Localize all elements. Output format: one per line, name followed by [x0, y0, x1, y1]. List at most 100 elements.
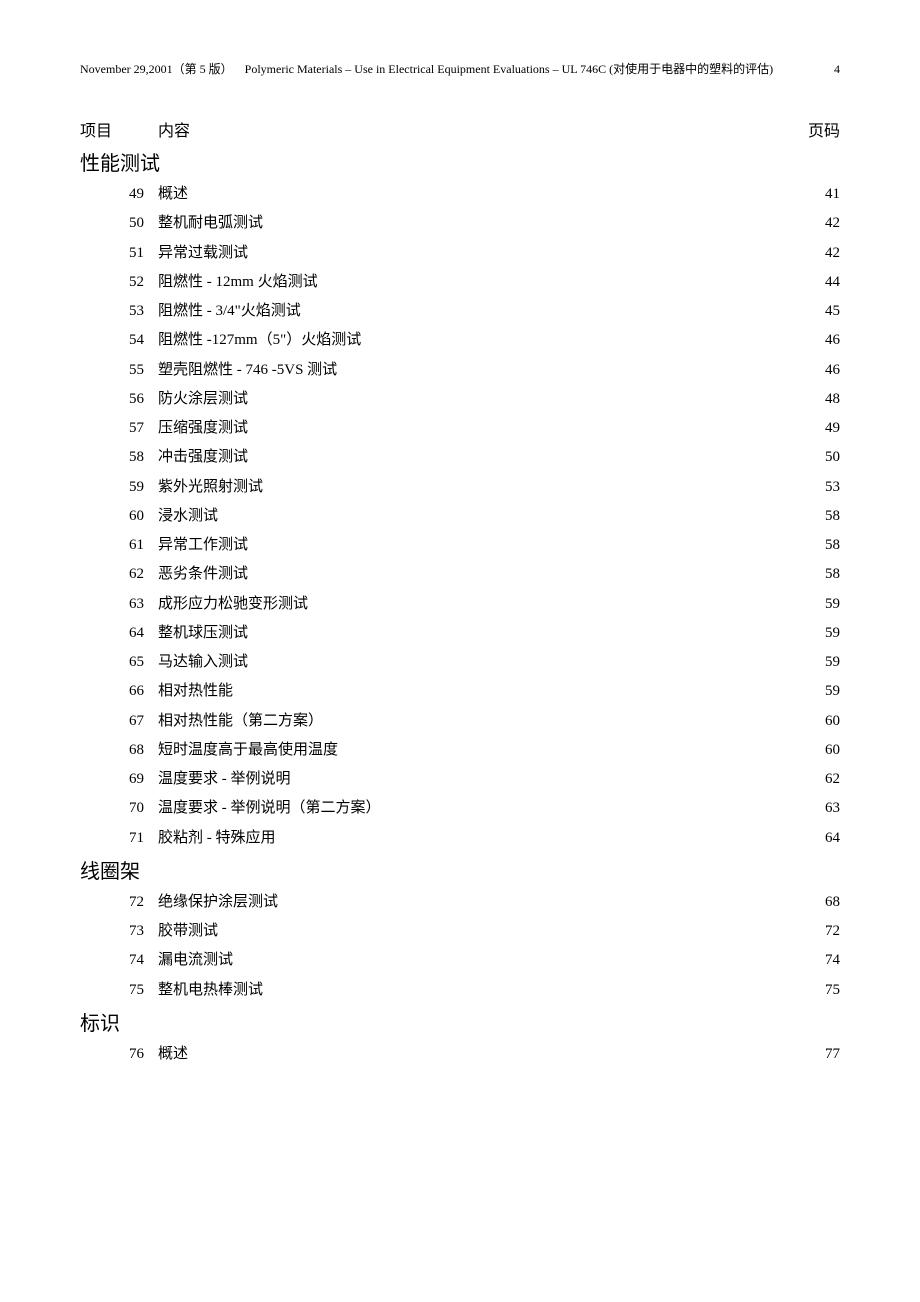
toc-item-page: 53 [780, 473, 840, 502]
toc-item-page: 50 [780, 443, 840, 472]
toc-item-content: 温度要求 - 举例说明（第二方案） [158, 794, 780, 823]
table-of-contents: 性能测试49概述4150整机耐电弧测试4251异常过载测试4252阻燃性 - 1… [80, 147, 840, 1069]
toc-item-page: 59 [780, 590, 840, 619]
toc-row: 75整机电热棒测试75 [80, 976, 840, 1005]
toc-item-content: 胶带测试 [158, 917, 780, 946]
toc-row: 54阻燃性 -127mm（5"）火焰测试46 [80, 326, 840, 355]
toc-item-content: 阻燃性 - 12mm 火焰测试 [158, 268, 780, 297]
toc-item-page: 58 [780, 560, 840, 589]
toc-row: 72绝缘保护涂层测试68 [80, 888, 840, 917]
toc-item-content: 胶粘剂 - 特殊应用 [158, 824, 780, 853]
toc-item-page: 72 [780, 917, 840, 946]
toc-item-page: 59 [780, 648, 840, 677]
toc-item-content: 概述 [158, 1040, 780, 1069]
toc-item-page: 49 [780, 414, 840, 443]
toc-item-page: 59 [780, 619, 840, 648]
page-header: November 29,2001（第 5 版） Polymeric Materi… [80, 60, 840, 77]
column-header-item: 项目 [80, 117, 158, 141]
toc-item-content: 压缩强度测试 [158, 414, 780, 443]
section-title: 线圈架 [80, 855, 840, 884]
toc-item-number: 68 [80, 736, 158, 765]
toc-item-number: 53 [80, 297, 158, 326]
toc-item-number: 67 [80, 707, 158, 736]
toc-item-number: 62 [80, 560, 158, 589]
toc-row: 60浸水测试58 [80, 502, 840, 531]
toc-item-number: 72 [80, 888, 158, 917]
toc-item-page: 68 [780, 888, 840, 917]
toc-item-content: 阻燃性 - 3/4"火焰测试 [158, 297, 780, 326]
toc-row: 58冲击强度测试50 [80, 443, 840, 472]
toc-item-number: 64 [80, 619, 158, 648]
toc-item-content: 防火涂层测试 [158, 385, 780, 414]
toc-row: 61异常工作测试58 [80, 531, 840, 560]
toc-row: 49概述41 [80, 180, 840, 209]
toc-item-number: 75 [80, 976, 158, 1005]
column-headers: 项目 内容 页码 [80, 117, 840, 141]
section-title: 性能测试 [80, 147, 840, 176]
toc-item-content: 成形应力松驰变形测试 [158, 590, 780, 619]
toc-item-number: 49 [80, 180, 158, 209]
toc-item-content: 马达输入测试 [158, 648, 780, 677]
toc-item-page: 75 [780, 976, 840, 1005]
toc-row: 53阻燃性 - 3/4"火焰测试45 [80, 297, 840, 326]
toc-row: 62恶劣条件测试58 [80, 560, 840, 589]
toc-row: 63成形应力松驰变形测试59 [80, 590, 840, 619]
toc-item-content: 冲击强度测试 [158, 443, 780, 472]
toc-item-number: 60 [80, 502, 158, 531]
toc-item-content: 相对热性能 [158, 677, 780, 706]
toc-row: 68短时温度高于最高使用温度60 [80, 736, 840, 765]
toc-item-content: 短时温度高于最高使用温度 [158, 736, 780, 765]
toc-item-number: 61 [80, 531, 158, 560]
toc-item-page: 42 [780, 239, 840, 268]
toc-item-page: 77 [780, 1040, 840, 1069]
toc-row: 57压缩强度测试49 [80, 414, 840, 443]
toc-item-page: 41 [780, 180, 840, 209]
header-page-number: 4 [814, 62, 840, 77]
toc-item-page: 58 [780, 531, 840, 560]
toc-item-page: 60 [780, 707, 840, 736]
toc-item-page: 45 [780, 297, 840, 326]
toc-row: 76概述77 [80, 1040, 840, 1069]
header-title: Polymeric Materials – Use in Electrical … [245, 60, 773, 77]
column-header-page: 页码 [780, 117, 840, 141]
toc-row: 70温度要求 - 举例说明（第二方案）63 [80, 794, 840, 823]
toc-row: 74漏电流测试74 [80, 946, 840, 975]
toc-row: 52阻燃性 - 12mm 火焰测试44 [80, 268, 840, 297]
toc-item-page: 46 [780, 356, 840, 385]
toc-item-number: 63 [80, 590, 158, 619]
toc-item-number: 56 [80, 385, 158, 414]
toc-item-number: 73 [80, 917, 158, 946]
toc-item-content: 温度要求 - 举例说明 [158, 765, 780, 794]
column-header-content: 内容 [158, 117, 780, 141]
toc-item-number: 52 [80, 268, 158, 297]
section-title: 标识 [80, 1007, 840, 1036]
toc-item-content: 整机耐电弧测试 [158, 209, 780, 238]
toc-item-number: 74 [80, 946, 158, 975]
toc-item-content: 阻燃性 -127mm（5"）火焰测试 [158, 326, 780, 355]
toc-row: 67相对热性能（第二方案）60 [80, 707, 840, 736]
toc-item-number: 76 [80, 1040, 158, 1069]
toc-row: 51异常过载测试42 [80, 239, 840, 268]
toc-item-number: 70 [80, 794, 158, 823]
toc-item-number: 55 [80, 356, 158, 385]
toc-item-content: 整机电热棒测试 [158, 976, 780, 1005]
header-date: November 29,2001（第 5 版） [80, 60, 233, 77]
toc-item-content: 浸水测试 [158, 502, 780, 531]
toc-row: 71胶粘剂 - 特殊应用64 [80, 824, 840, 853]
toc-item-number: 71 [80, 824, 158, 853]
toc-item-number: 50 [80, 209, 158, 238]
toc-item-page: 74 [780, 946, 840, 975]
toc-row: 56防火涂层测试48 [80, 385, 840, 414]
toc-row: 55塑壳阻燃性 - 746 -5VS 测试46 [80, 356, 840, 385]
toc-row: 64整机球压测试59 [80, 619, 840, 648]
toc-item-content: 概述 [158, 180, 780, 209]
toc-row: 65马达输入测试59 [80, 648, 840, 677]
toc-row: 50整机耐电弧测试42 [80, 209, 840, 238]
toc-row: 66相对热性能59 [80, 677, 840, 706]
toc-item-content: 恶劣条件测试 [158, 560, 780, 589]
toc-row: 59紫外光照射测试53 [80, 473, 840, 502]
toc-item-content: 相对热性能（第二方案） [158, 707, 780, 736]
toc-item-content: 绝缘保护涂层测试 [158, 888, 780, 917]
toc-item-number: 59 [80, 473, 158, 502]
toc-item-content: 异常工作测试 [158, 531, 780, 560]
